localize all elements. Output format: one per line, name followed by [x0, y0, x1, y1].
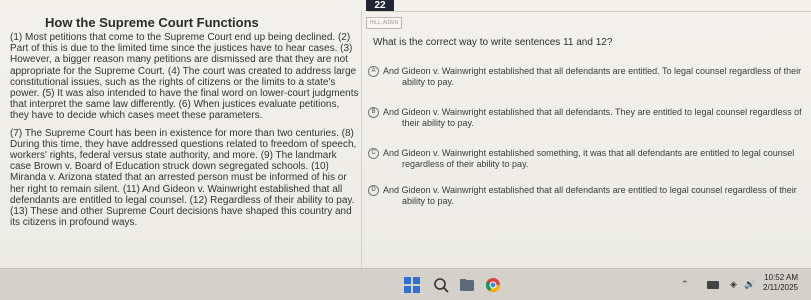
chrome-browser-icon[interactable] — [485, 277, 501, 293]
app-window: 22 How the Supreme Court Functions (1) M… — [0, 0, 811, 268]
option-text-line2: ability to pay. — [402, 196, 454, 207]
clock-time: 10:52 AM — [764, 273, 798, 282]
passage-body[interactable]: (1) Most petitions that come to the Supr… — [10, 32, 360, 234]
taskbar: ⌃ ◈ 🔊 10:52 AM 2/11/2025 — [0, 268, 811, 300]
passage-paragraph-2: (7) The Supreme Court has been in existe… — [10, 127, 357, 229]
tray-app-icon[interactable] — [706, 279, 720, 291]
wifi-icon[interactable]: ◈ — [730, 279, 737, 290]
answer-option-b[interactable]: B And Gideon v. Wainwright established t… — [368, 107, 808, 129]
option-text-line2: their ability to pay. — [402, 118, 474, 129]
search-icon[interactable] — [433, 277, 449, 293]
answer-option-a[interactable]: A And Gideon v. Wainwright established t… — [368, 66, 808, 88]
question-number-badge: 22 — [366, 0, 394, 11]
answer-option-d[interactable]: D And Gideon v. Wainwright established t… — [368, 185, 808, 207]
question-prompt: What is the correct way to write sentenc… — [373, 37, 613, 48]
clock-date: 2/11/2025 — [763, 283, 798, 292]
option-text-line2: ability to pay. — [402, 77, 454, 88]
option-text-line2: regardless of their ability to pay. — [402, 159, 529, 170]
pane-divider[interactable] — [361, 10, 362, 268]
option-text-line1: And Gideon v. Wainwright established som… — [383, 148, 795, 158]
option-bubble-icon[interactable]: C — [368, 148, 379, 160]
option-bubble-icon[interactable]: B — [368, 107, 379, 119]
file-explorer-icon[interactable] — [459, 277, 475, 293]
passage-title: How the Supreme Court Functions — [45, 15, 259, 30]
option-bubble-icon[interactable]: A — [368, 66, 379, 78]
system-clock[interactable]: 10:52 AM 2/11/2025 — [763, 273, 798, 293]
student-name-tag: HILL, AIDEN — [366, 17, 402, 29]
option-bubble-icon[interactable]: D — [368, 185, 379, 197]
option-text-line1: And Gideon v. Wainwright established tha… — [383, 107, 802, 117]
windows-start-icon[interactable] — [404, 277, 420, 293]
header-divider — [368, 11, 811, 12]
answer-option-c[interactable]: C And Gideon v. Wainwright established s… — [368, 148, 808, 170]
tray-overflow-chevron-icon[interactable]: ⌃ — [681, 279, 689, 290]
option-text-line1: And Gideon v. Wainwright established tha… — [383, 185, 797, 195]
volume-icon[interactable]: 🔊 — [744, 279, 755, 290]
passage-paragraph-1: (1) Most petitions that come to the Supr… — [10, 32, 359, 122]
option-text-line1: And Gideon v. Wainwright established tha… — [383, 66, 802, 76]
